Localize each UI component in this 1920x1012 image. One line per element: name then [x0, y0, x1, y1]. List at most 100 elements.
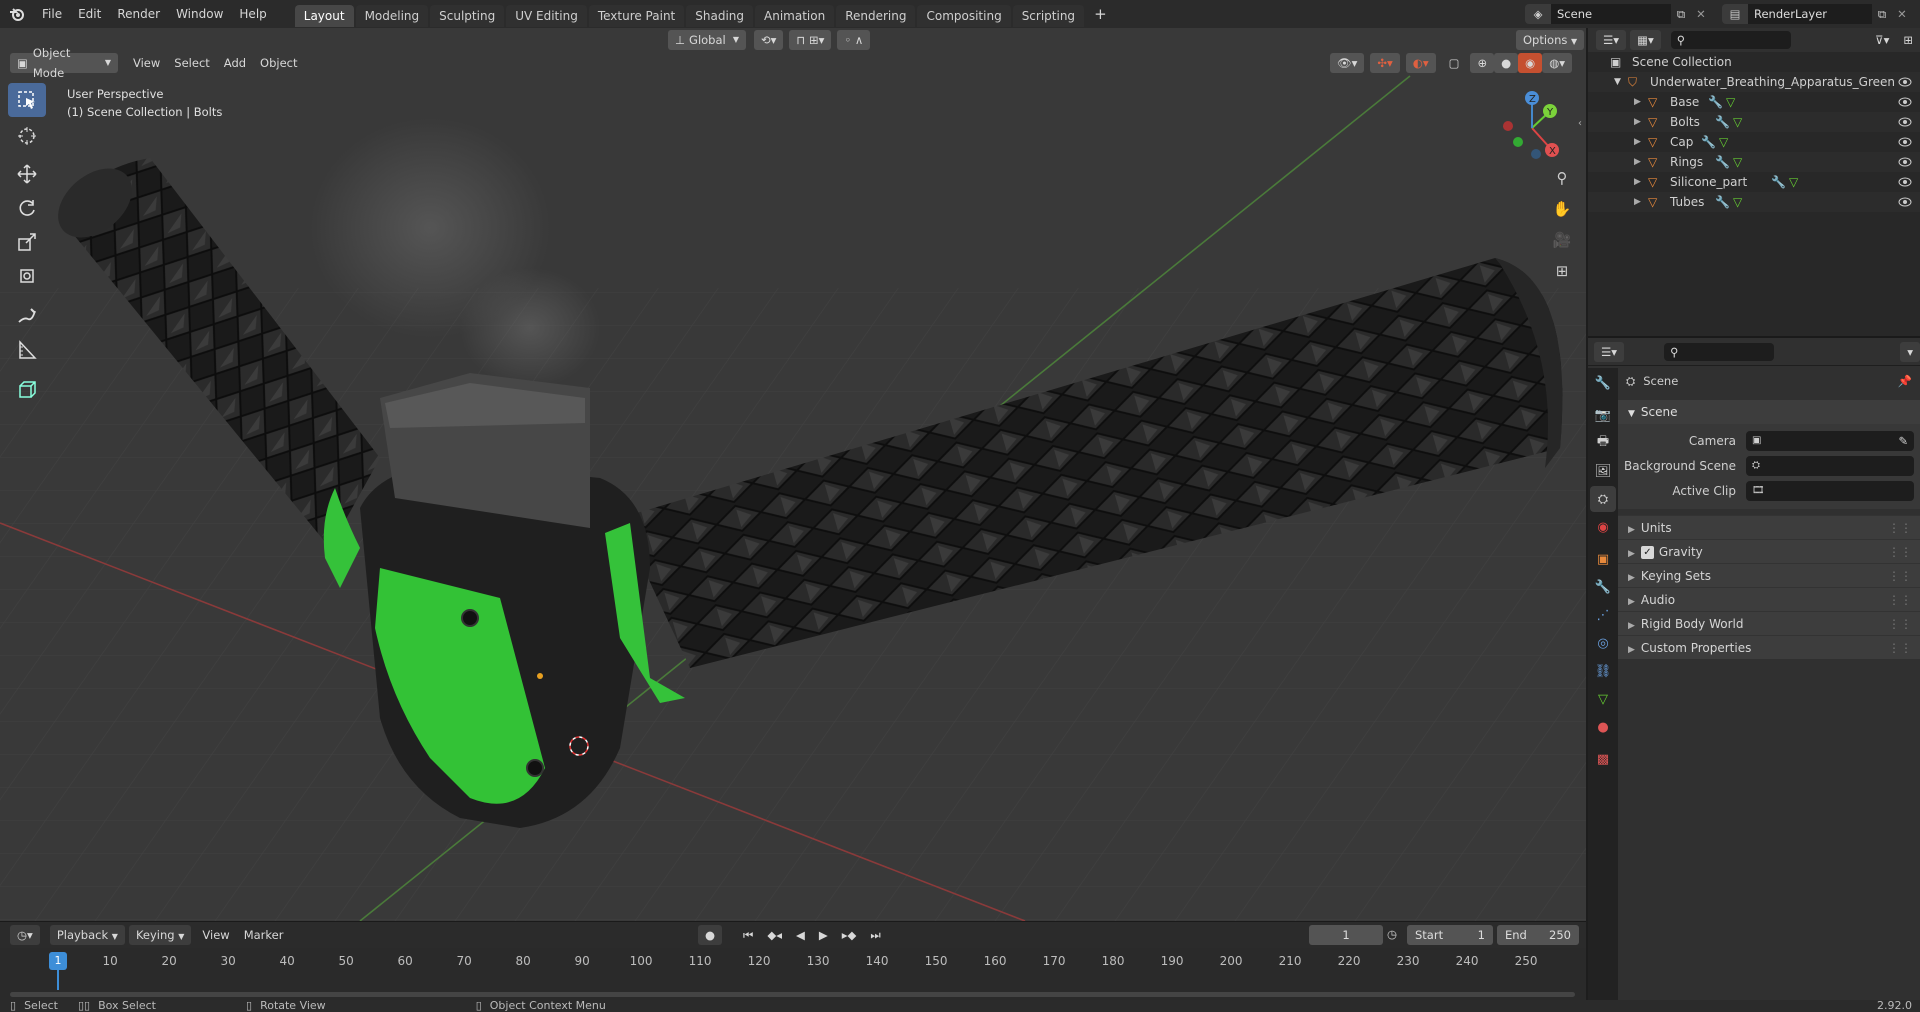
timeline-scrollbar[interactable]: [10, 992, 1575, 997]
drag-handle-icon[interactable]: ⋮⋮: [1888, 516, 1912, 540]
camera-view-icon[interactable]: 🎥: [1548, 226, 1576, 254]
view-layer-tab-icon[interactable]: 🖼: [1590, 458, 1616, 484]
copy-scene-icon[interactable]: ⧉: [1671, 7, 1691, 22]
menu-render[interactable]: Render: [109, 0, 168, 28]
tab-uv-editing[interactable]: UV Editing: [506, 4, 587, 27]
material-shading-icon[interactable]: ◉: [1518, 53, 1543, 73]
outliner-row-scene-collection[interactable]: ▣ Scene Collection: [1588, 52, 1920, 72]
expand-arrow-icon[interactable]: ▶: [1634, 112, 1641, 132]
gizmo-icon[interactable]: ✣▾: [1370, 53, 1400, 73]
pan-hand-icon[interactable]: ✋: [1548, 195, 1576, 223]
constraints-tab-icon[interactable]: ⛓: [1590, 658, 1616, 684]
tab-shading[interactable]: Shading: [686, 4, 753, 27]
rotate-tool[interactable]: [8, 191, 46, 225]
viewport-scene[interactable]: [0, 28, 1586, 921]
viewport-menu-view[interactable]: View: [126, 53, 167, 73]
delete-scene-icon[interactable]: ✕: [1691, 7, 1711, 21]
outliner-row-collection[interactable]: ▼ ⛉ Underwater_Breathing_Apparatus_Green: [1588, 72, 1920, 92]
particles-tab-icon[interactable]: ⋰: [1590, 602, 1616, 628]
outliner-row-object[interactable]: ▶ ▽ Bolts 🔧 ▽: [1588, 112, 1920, 132]
options-dropdown[interactable]: Options ▼: [1516, 30, 1585, 50]
mesh-data-icon[interactable]: ▽: [1789, 172, 1798, 192]
timeline-view-menu[interactable]: View: [195, 925, 236, 945]
end-frame-field[interactable]: End 250: [1497, 925, 1579, 945]
texture-tab-icon[interactable]: ▩: [1590, 746, 1616, 772]
current-frame-field[interactable]: 1: [1309, 925, 1383, 945]
scene-selector[interactable]: ◈ Scene ⧉ ✕: [1525, 4, 1711, 24]
outliner-row-object[interactable]: ▶ ▽ Cap 🔧 ▽: [1588, 132, 1920, 152]
modifier-wrench-icon[interactable]: 🔧: [1715, 192, 1730, 212]
menu-file[interactable]: File: [34, 0, 70, 28]
visibility-icon[interactable]: 👁▾: [1330, 53, 1365, 73]
tab-compositing[interactable]: Compositing: [917, 4, 1011, 27]
tab-scripting[interactable]: Scripting: [1012, 4, 1085, 27]
next-keyframe-icon[interactable]: ▸◆: [835, 925, 864, 945]
pin-icon[interactable]: 📌: [1898, 374, 1912, 388]
expand-arrow-icon[interactable]: ▶: [1634, 172, 1641, 192]
object-mode-dropdown[interactable]: ▣ Object Mode ▼: [10, 46, 118, 80]
drag-handle-icon[interactable]: ⋮⋮: [1888, 636, 1912, 660]
tab-animation[interactable]: Animation: [755, 4, 835, 27]
expand-arrow-icon[interactable]: ▶: [1634, 92, 1641, 112]
data-tab-icon[interactable]: ▽: [1590, 686, 1616, 712]
drag-handle-icon[interactable]: ⋮⋮: [1888, 588, 1912, 612]
annotate-tool[interactable]: [8, 299, 46, 333]
jump-end-icon[interactable]: ⏭: [863, 925, 887, 945]
3d-viewport[interactable]: ▣ Object Mode ▼ View Select Add Object ⊥…: [0, 28, 1586, 921]
play-icon[interactable]: ▶: [812, 925, 835, 945]
drag-handle-icon[interactable]: ⋮⋮: [1888, 540, 1912, 564]
mesh-data-icon[interactable]: ▽: [1733, 112, 1742, 132]
visibility-eye-icon[interactable]: [1898, 195, 1912, 209]
outliner-row-object[interactable]: ▶ ▽ Silicone_part 🔧 ▽: [1588, 172, 1920, 192]
blender-logo-icon[interactable]: [0, 0, 34, 28]
display-mode-icon[interactable]: ▦▾: [1630, 30, 1661, 50]
subpanel-gravity[interactable]: ▶ ✓ Gravity ⋮⋮: [1618, 539, 1920, 563]
overlays-icon[interactable]: ◐▾: [1405, 53, 1436, 73]
background-scene-field[interactable]: ⛭: [1746, 455, 1914, 476]
playhead[interactable]: 1: [49, 952, 67, 970]
select-box-tool[interactable]: [8, 83, 46, 117]
modifier-wrench-icon[interactable]: 🔧: [1771, 172, 1786, 192]
scene-name[interactable]: Scene: [1551, 4, 1671, 24]
viewport-menu-add[interactable]: Add: [217, 53, 253, 73]
copy-layer-icon[interactable]: ⧉: [1872, 7, 1892, 22]
start-frame-field[interactable]: Start 1: [1407, 925, 1493, 945]
visibility-eye-icon[interactable]: [1898, 135, 1912, 149]
modifier-wrench-icon[interactable]: 🔧: [1715, 112, 1730, 132]
delete-layer-icon[interactable]: ✕: [1892, 7, 1912, 21]
tab-layout[interactable]: Layout: [294, 4, 354, 27]
marker-menu[interactable]: Marker: [237, 925, 291, 945]
filter-icon[interactable]: ⊽▾: [1868, 30, 1896, 50]
add-workspace-button[interactable]: +: [1086, 0, 1115, 28]
eyedropper-icon[interactable]: ✎: [1898, 434, 1908, 448]
properties-search-input[interactable]: ⚲: [1664, 342, 1775, 361]
visibility-eye-icon[interactable]: [1898, 155, 1912, 169]
timeline-ruler[interactable]: 10 20 30 40 50 60 70 80 90 100 110 120 130 140 150 160 1…: [0, 948, 1586, 1001]
expand-arrow-icon[interactable]: ▶: [1634, 152, 1641, 172]
subpanel-audio[interactable]: ▶ Audio ⋮⋮: [1618, 587, 1920, 611]
scene-panel-header[interactable]: ▼ Scene: [1618, 400, 1920, 424]
proportional-edit-icon[interactable]: ◦ ∧: [837, 30, 871, 50]
view-layer-selector[interactable]: ▤ RenderLayer ⧉ ✕: [1722, 4, 1912, 24]
xray-icon[interactable]: ▢: [1442, 53, 1467, 73]
properties-editor-icon[interactable]: ☰▾: [1594, 341, 1625, 362]
solid-shading-icon[interactable]: ●: [1494, 53, 1519, 73]
jump-start-icon[interactable]: ⏮: [736, 925, 760, 945]
modifier-wrench-icon[interactable]: 🔧: [1715, 152, 1730, 172]
drag-handle-icon[interactable]: ⋮⋮: [1888, 564, 1912, 588]
render-tab-icon[interactable]: 📷: [1590, 402, 1616, 428]
subpanel-keying-sets[interactable]: ▶ Keying Sets ⋮⋮: [1618, 563, 1920, 587]
outliner-editor-icon[interactable]: ☰▾: [1596, 30, 1627, 50]
mesh-data-icon[interactable]: ▽: [1719, 132, 1728, 152]
scale-tool[interactable]: [8, 225, 46, 259]
navigation-gizmo[interactable]: X Y Z: [1490, 86, 1572, 168]
output-tab-icon[interactable]: 🖶: [1590, 430, 1616, 456]
object-tab-icon[interactable]: ▣: [1590, 546, 1616, 572]
visibility-eye-icon[interactable]: [1898, 175, 1912, 189]
measure-tool[interactable]: [8, 333, 46, 367]
viewport-menu-object[interactable]: Object: [253, 53, 304, 73]
properties-options-icon[interactable]: ▾: [1900, 341, 1920, 362]
view-layer-name[interactable]: RenderLayer: [1748, 4, 1872, 24]
menu-edit[interactable]: Edit: [70, 0, 109, 28]
perspective-grid-icon[interactable]: ⊞: [1548, 257, 1576, 285]
